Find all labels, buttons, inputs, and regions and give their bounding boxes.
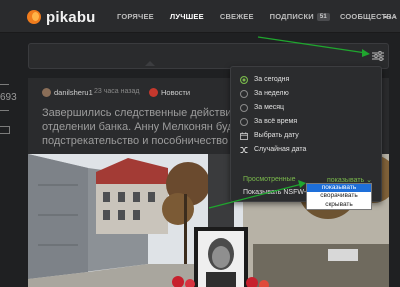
dropdown-caret	[145, 61, 155, 66]
community-name[interactable]: Новости	[161, 88, 190, 97]
period-alltime-option[interactable]: За всё время	[240, 116, 297, 127]
period-today-option[interactable]: За сегодня	[240, 74, 289, 85]
community-avatar-icon[interactable]	[149, 88, 158, 97]
brand-name: pikabu	[46, 8, 96, 26]
pick-date-option[interactable]: Выбрать дату	[240, 130, 299, 141]
top-header: pikabu ГОРЯЧЕЕ ЛУЧШЕЕ СВЕЖЕЕ ПОДПИСКИ 51 …	[0, 0, 400, 33]
nsfw-toggle-label[interactable]: Показывать NSFW-контент	[243, 189, 308, 196]
viewed-option-show[interactable]: показывать	[307, 184, 371, 193]
more-menu-icon[interactable]	[384, 12, 396, 22]
nav-fresh[interactable]: СВЕЖЕЕ	[220, 12, 254, 21]
period-today-label: За сегодня	[254, 76, 290, 83]
random-date-option[interactable]: Случайная дата	[240, 144, 306, 155]
radio-icon[interactable]	[240, 103, 248, 112]
radio-checked-icon[interactable]	[240, 75, 248, 84]
nav-subscriptions[interactable]: ПОДПИСКИ 51	[270, 12, 330, 21]
story-title-line: отделении банка. Анну Мелконян буду	[42, 121, 240, 133]
filter-settings-icon[interactable]	[372, 51, 384, 61]
period-alltime-label: За всё время	[254, 118, 298, 125]
author-avatar[interactable]	[42, 88, 51, 97]
viewed-option-hide[interactable]: скрывать	[307, 201, 371, 209]
save-story-icon[interactable]	[0, 126, 10, 134]
calendar-icon	[240, 131, 248, 140]
subscriptions-count-badge: 51	[316, 13, 330, 21]
viewed-posts-label: Просмотренные	[243, 176, 296, 183]
nav-subscriptions-label: ПОДПИСКИ	[269, 12, 314, 21]
story-rating: 693	[0, 92, 17, 103]
author-name[interactable]: danilsheru1	[54, 88, 93, 97]
nav-best[interactable]: ЛУЧШЕЕ	[170, 12, 204, 21]
upvote-marker[interactable]	[0, 84, 9, 85]
pikabu-logo[interactable]: pikabu	[27, 8, 96, 26]
period-week-label: За неделю	[254, 90, 289, 97]
downvote-marker[interactable]	[0, 110, 9, 111]
viewed-option-collapse[interactable]: сворачивать	[307, 192, 371, 200]
shuffle-icon	[240, 146, 248, 153]
random-date-label: Случайная дата	[254, 146, 307, 153]
story-title-line: подстрекательство и пособничество	[42, 135, 228, 147]
period-month-label: За месяц	[254, 104, 285, 111]
period-month-option[interactable]: За месяц	[240, 102, 284, 113]
story-title[interactable]: Завершились следственные действия отделе…	[42, 106, 240, 148]
radio-icon[interactable]	[240, 117, 248, 126]
radio-icon[interactable]	[240, 89, 248, 98]
period-week-option[interactable]: За неделю	[240, 88, 289, 99]
filter-dropdown: За сегодня За неделю За месяц За всё вре…	[230, 66, 382, 202]
pick-date-label: Выбрать дату	[254, 132, 299, 139]
pikabu-logo-icon	[27, 10, 41, 24]
viewed-posts-options-popup: показывать сворачивать скрывать	[306, 183, 372, 210]
story-title-line: Завершились следственные действия	[42, 107, 238, 119]
nav-hot[interactable]: ГОРЯЧЕЕ	[117, 12, 154, 21]
main-nav: ГОРЯЧЕЕ ЛУЧШЕЕ СВЕЖЕЕ ПОДПИСКИ 51 СООБЩЕС…	[117, 12, 400, 21]
post-time: 23 часа назад	[94, 88, 140, 95]
